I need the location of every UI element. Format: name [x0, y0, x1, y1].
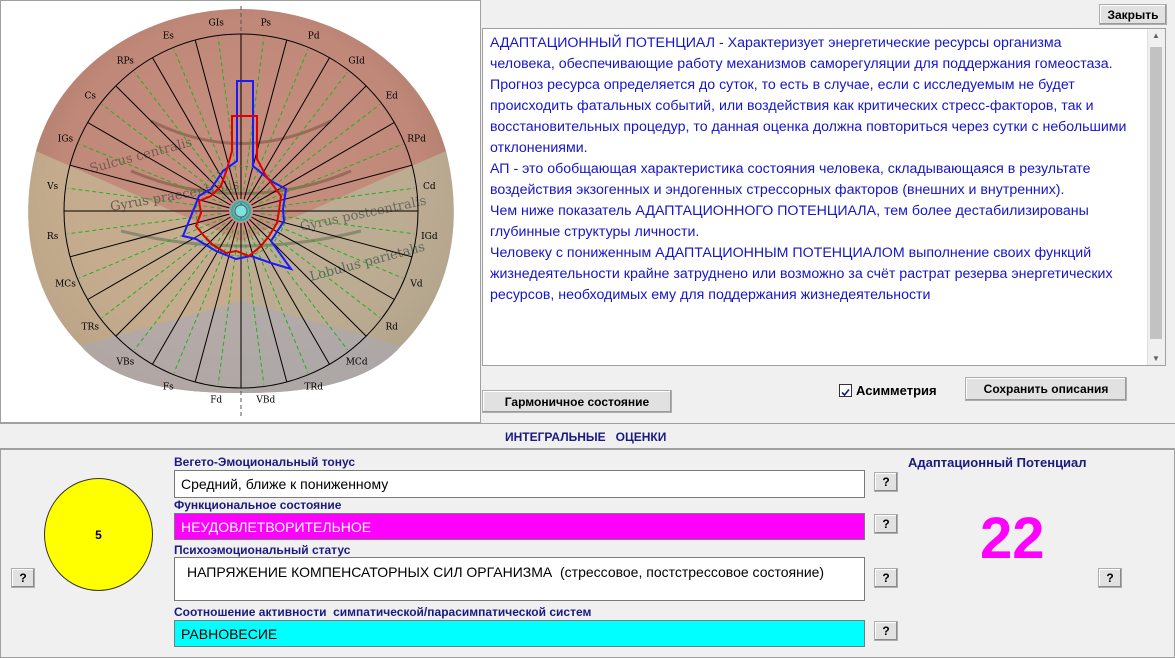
psy-status-field: НАПРЯЖЕНИЕ КОМПЕНСАТОРНЫХ СИЛ ОРГАНИЗМА …: [174, 557, 865, 601]
integral-title: ИНТЕГРАЛЬНЫЕ ОЦЕНКИ: [505, 430, 667, 444]
radar-chart: Sulcus centralis Gyrus praecentralis Gyr…: [28, 6, 454, 416]
radar-sector-label: Fd: [210, 395, 222, 405]
circle-help-button[interactable]: ?: [11, 568, 35, 588]
radar-sector-label: Es: [163, 31, 175, 41]
functional-state-help-button[interactable]: ?: [874, 514, 898, 534]
desc-paragraph: Человеку с пониженным АДАПТАЦИОННЫМ ПОТЕ…: [490, 245, 1113, 303]
scroll-up-arrow-icon[interactable]: ▲: [1152, 31, 1160, 40]
radar-sector-label: Rd: [385, 323, 398, 333]
balance-help-button[interactable]: ?: [874, 621, 898, 641]
radar-sector-label: IGs: [58, 134, 74, 144]
radar-sector-label: MCd: [346, 358, 368, 368]
integral-header-bar: ИНТЕГРАЛЬНЫЕ ОЦЕНКИ: [0, 423, 1175, 449]
radar-sector-label: MCs: [55, 280, 76, 290]
scroll-down-arrow-icon[interactable]: ▼: [1152, 354, 1160, 363]
balance-field: РАВНОВЕСИЕ: [174, 620, 865, 647]
ap-label: Адаптационный Потенциал: [908, 455, 1087, 470]
description-textarea[interactable]: АДАПТАЦИОННЫЙ ПОТЕНЦИАЛ - Характеризует …: [482, 28, 1166, 366]
radar-sector-label: Ps: [261, 19, 272, 29]
radar-sector-label: Fs: [163, 383, 174, 393]
save-descriptions-button[interactable]: Сохранить описания: [965, 377, 1127, 401]
tonus-field: Средний, ближе к пониженному: [174, 470, 865, 498]
ap-help-button[interactable]: ?: [1098, 568, 1122, 588]
close-button[interactable]: Закрыть: [1099, 4, 1167, 25]
asymmetry-checkbox[interactable]: [839, 384, 852, 397]
vertical-scrollbar[interactable]: ▲ ▼: [1147, 29, 1165, 365]
desc-paragraph: АП - это обобщающая характеристика состо…: [490, 161, 1091, 198]
radar-sector-label: VBd: [255, 395, 275, 405]
radar-sector-label: Vs: [46, 182, 58, 192]
desc-paragraph: АДАПТАЦИОННЫЙ ПОТЕНЦИАЛ - Характеризует …: [490, 35, 1113, 72]
brain-radar-panel: Sulcus centralis Gyrus praecentralis Gyr…: [0, 0, 481, 423]
functional-state-label: Функциональное состояние: [174, 498, 342, 512]
radar-sector-label: Ed: [386, 91, 399, 101]
radar-sector-label: Pd: [308, 31, 320, 41]
balance-label: Соотношение активности симпатической/пар…: [174, 605, 592, 619]
asymmetry-label: Асимметрия: [856, 383, 937, 398]
description-text: АДАПТАЦИОННЫЙ ПОТЕНЦИАЛ - Характеризует …: [490, 33, 1130, 306]
radar-sector-label: Vd: [409, 280, 422, 290]
emotional-circle-indicator: 5: [44, 478, 153, 591]
radar-sector-label: Cd: [423, 182, 436, 192]
psy-status-label: Психоэмоциональный статус: [174, 543, 351, 557]
radar-sector-label: GIs: [209, 19, 225, 29]
checkmark-icon: [841, 388, 850, 397]
desc-paragraph: Чем ниже показатель АДАПТАЦИОННОГО ПОТЕН…: [490, 203, 1089, 240]
radar-sector-label: RPd: [407, 134, 426, 144]
scroll-thumb[interactable]: [1150, 47, 1162, 339]
radar-sector-label: IGd: [421, 232, 438, 242]
radar-sector-label: Rs: [47, 232, 59, 242]
radar-sector-label: GId: [348, 56, 365, 66]
radar-sector-label: Cs: [85, 91, 97, 101]
tonus-help-button[interactable]: ?: [874, 472, 898, 492]
psy-status-help-button[interactable]: ?: [874, 568, 898, 588]
harmonic-state-button[interactable]: Гармоничное состояние: [482, 390, 672, 413]
radar-sector-label: RPs: [117, 56, 135, 66]
functional-state-field: НЕУДОВЛЕТВОРИТЕЛЬНОЕ: [174, 513, 865, 540]
radar-sector-label: TRd: [304, 383, 323, 393]
ap-value: 22: [980, 506, 1045, 571]
tonus-label: Вегето-Эмоциональный тонус: [174, 455, 356, 469]
desc-paragraph: Прогноз ресурса определяется до суток, т…: [490, 77, 1127, 156]
radar-sector-label: TRs: [82, 323, 100, 333]
radar-sector-label: VBs: [115, 358, 134, 368]
